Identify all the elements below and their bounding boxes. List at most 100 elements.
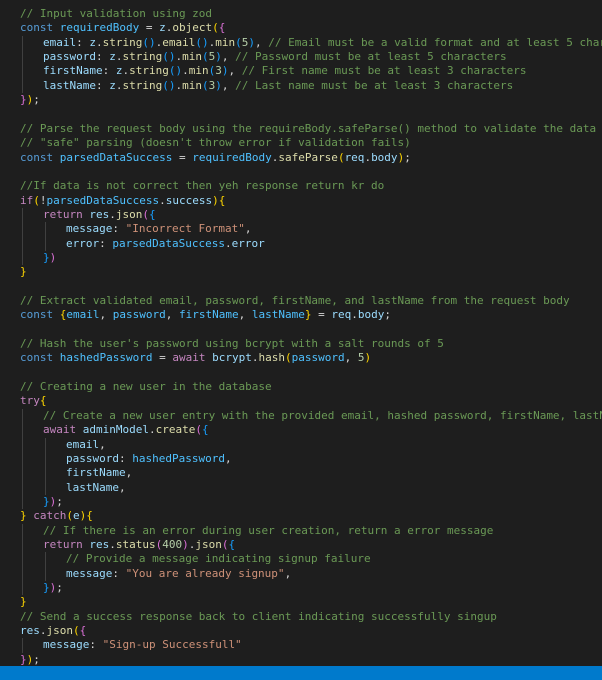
code-line[interactable]: try{ xyxy=(20,394,47,408)
code-line[interactable]: // "safe" parsing (doesn't throw error i… xyxy=(20,136,411,150)
code-line[interactable]: }); xyxy=(20,653,40,666)
code-token: ( xyxy=(212,21,219,35)
code-token: parsedDataSuccess xyxy=(46,193,160,207)
code-token: : xyxy=(89,638,103,652)
code-line[interactable]: // Input validation using zod xyxy=(20,7,212,21)
code-line[interactable]: // Creating a new user in the database xyxy=(20,380,272,394)
code-token: ( xyxy=(221,537,229,551)
code-token: ( xyxy=(284,351,292,365)
code-line[interactable]: }); xyxy=(43,495,63,509)
code-line[interactable]: // Create a new user entry with the prov… xyxy=(43,409,602,423)
code-line[interactable]: const hashedPassword = await bcrypt.hash… xyxy=(20,351,371,365)
code-token: // Email must be a valid format and at l… xyxy=(268,35,602,49)
code-line[interactable]: email: z.string().email().min(5), // Ema… xyxy=(43,36,602,50)
code-token: try xyxy=(20,394,40,408)
code-editor[interactable]: // Input validation using zod const requi… xyxy=(0,0,602,666)
code-line[interactable]: } xyxy=(20,595,27,609)
code-line[interactable]: email, xyxy=(66,438,106,452)
code-token: ) xyxy=(248,35,255,49)
code-line[interactable]: password: hashedPassword, xyxy=(66,452,232,466)
code-line[interactable]: const parsedDataSuccess = requiredBody.s… xyxy=(20,151,411,165)
code-line[interactable]: res.json({ xyxy=(20,624,86,638)
code-token: { xyxy=(218,21,226,35)
code-line[interactable]: message: "You are already signup", xyxy=(66,567,291,581)
indent-guide xyxy=(22,35,23,94)
code-line[interactable]: } catch(e){ xyxy=(20,509,93,523)
code-token: // If there is an error during user crea… xyxy=(43,523,494,537)
code-token: error xyxy=(66,236,100,250)
code-token: . xyxy=(109,537,116,551)
code-token: ( xyxy=(66,509,73,523)
code-line[interactable]: const requiredBody = z.object({ xyxy=(20,21,225,35)
code-token: ) xyxy=(182,537,189,551)
code-token: z xyxy=(159,21,166,35)
code-token: firstName xyxy=(43,64,103,78)
code-line[interactable]: await adminModel.create({ xyxy=(43,423,209,437)
code-token: await xyxy=(172,351,206,365)
code-token: : xyxy=(112,222,126,236)
code-line[interactable]: // Hash the user's password using bcrypt… xyxy=(20,337,444,351)
code-token: return xyxy=(43,537,83,551)
code-token: ; xyxy=(56,581,63,594)
code-token: ) xyxy=(212,193,219,207)
code-token: firstName xyxy=(178,308,239,322)
code-line[interactable]: // Parse the request body using the requ… xyxy=(20,122,602,136)
code-token: { xyxy=(201,423,209,437)
code-line[interactable]: return res.json({ xyxy=(43,208,156,222)
code-line[interactable]: lastName, xyxy=(66,481,126,495)
code-token: // Extract validated email, password, fi… xyxy=(20,294,570,307)
code-line[interactable]: const {email, password, firstName, lastN… xyxy=(20,308,391,322)
code-token: : xyxy=(118,451,133,465)
code-token: ; xyxy=(33,652,40,666)
code-token: email xyxy=(66,308,100,322)
code-token: ; xyxy=(33,93,40,107)
code-token: () xyxy=(162,78,176,92)
code-token: json xyxy=(46,624,74,638)
code-token: message xyxy=(43,638,90,652)
code-line[interactable]: message: "Sign-up Successfull" xyxy=(43,638,242,652)
code-line[interactable]: }) xyxy=(43,251,56,265)
code-token: ; xyxy=(404,150,411,164)
code-line[interactable]: return res.status(400).json({ xyxy=(43,538,235,552)
code-line[interactable]: //If data is not correct then yeh respon… xyxy=(20,179,384,193)
code-line[interactable]: lastName: z.string().min(3), // Last nam… xyxy=(43,79,513,93)
code-token: password xyxy=(291,351,345,365)
code-token: } xyxy=(20,265,27,279)
code-line[interactable]: password: z.string().min(5), // Password… xyxy=(43,50,507,64)
code-token: error xyxy=(231,236,265,250)
code-token: json xyxy=(115,207,143,221)
code-token: ( xyxy=(201,50,209,64)
code-token: ) xyxy=(215,50,222,64)
code-token: email xyxy=(66,437,100,451)
code-line[interactable]: } xyxy=(20,265,27,279)
code-token: lastName xyxy=(251,308,305,322)
code-token: password xyxy=(112,308,166,322)
code-token: min xyxy=(215,35,236,49)
code-line[interactable]: }); xyxy=(43,581,63,595)
code-line[interactable]: // If there is an error during user crea… xyxy=(43,524,493,538)
code-token: , xyxy=(228,64,242,78)
code-token: , xyxy=(224,451,232,465)
code-token: , xyxy=(238,308,252,322)
code-token: z xyxy=(109,50,116,64)
code-token: min xyxy=(188,64,209,78)
code-token: await xyxy=(43,423,77,437)
code-token: // Input validation using zod xyxy=(20,7,213,20)
code-token: ( xyxy=(142,207,149,221)
code-line[interactable]: if(!parsedDataSuccess.success){ xyxy=(20,194,225,208)
indent-guide xyxy=(45,552,46,581)
code-line[interactable]: // Extract validated email, password, fi… xyxy=(20,294,570,308)
code-token: res xyxy=(20,624,40,638)
code-line[interactable]: error: parsedDataSuccess.error xyxy=(66,237,265,251)
code-token: res xyxy=(89,207,110,221)
code-line[interactable]: message: "Incorrect Format", xyxy=(66,222,251,236)
code-line[interactable]: // Provide a message indicating signup f… xyxy=(66,552,371,566)
code-token: { xyxy=(149,207,156,221)
code-line[interactable]: firstName, xyxy=(66,466,132,480)
code-line[interactable]: firstName: z.string().min(3), // First n… xyxy=(43,64,527,78)
code-line[interactable]: // Send a success response back to clien… xyxy=(20,610,497,624)
code-line[interactable]: }); xyxy=(20,93,40,107)
code-token: lastName xyxy=(66,480,119,494)
